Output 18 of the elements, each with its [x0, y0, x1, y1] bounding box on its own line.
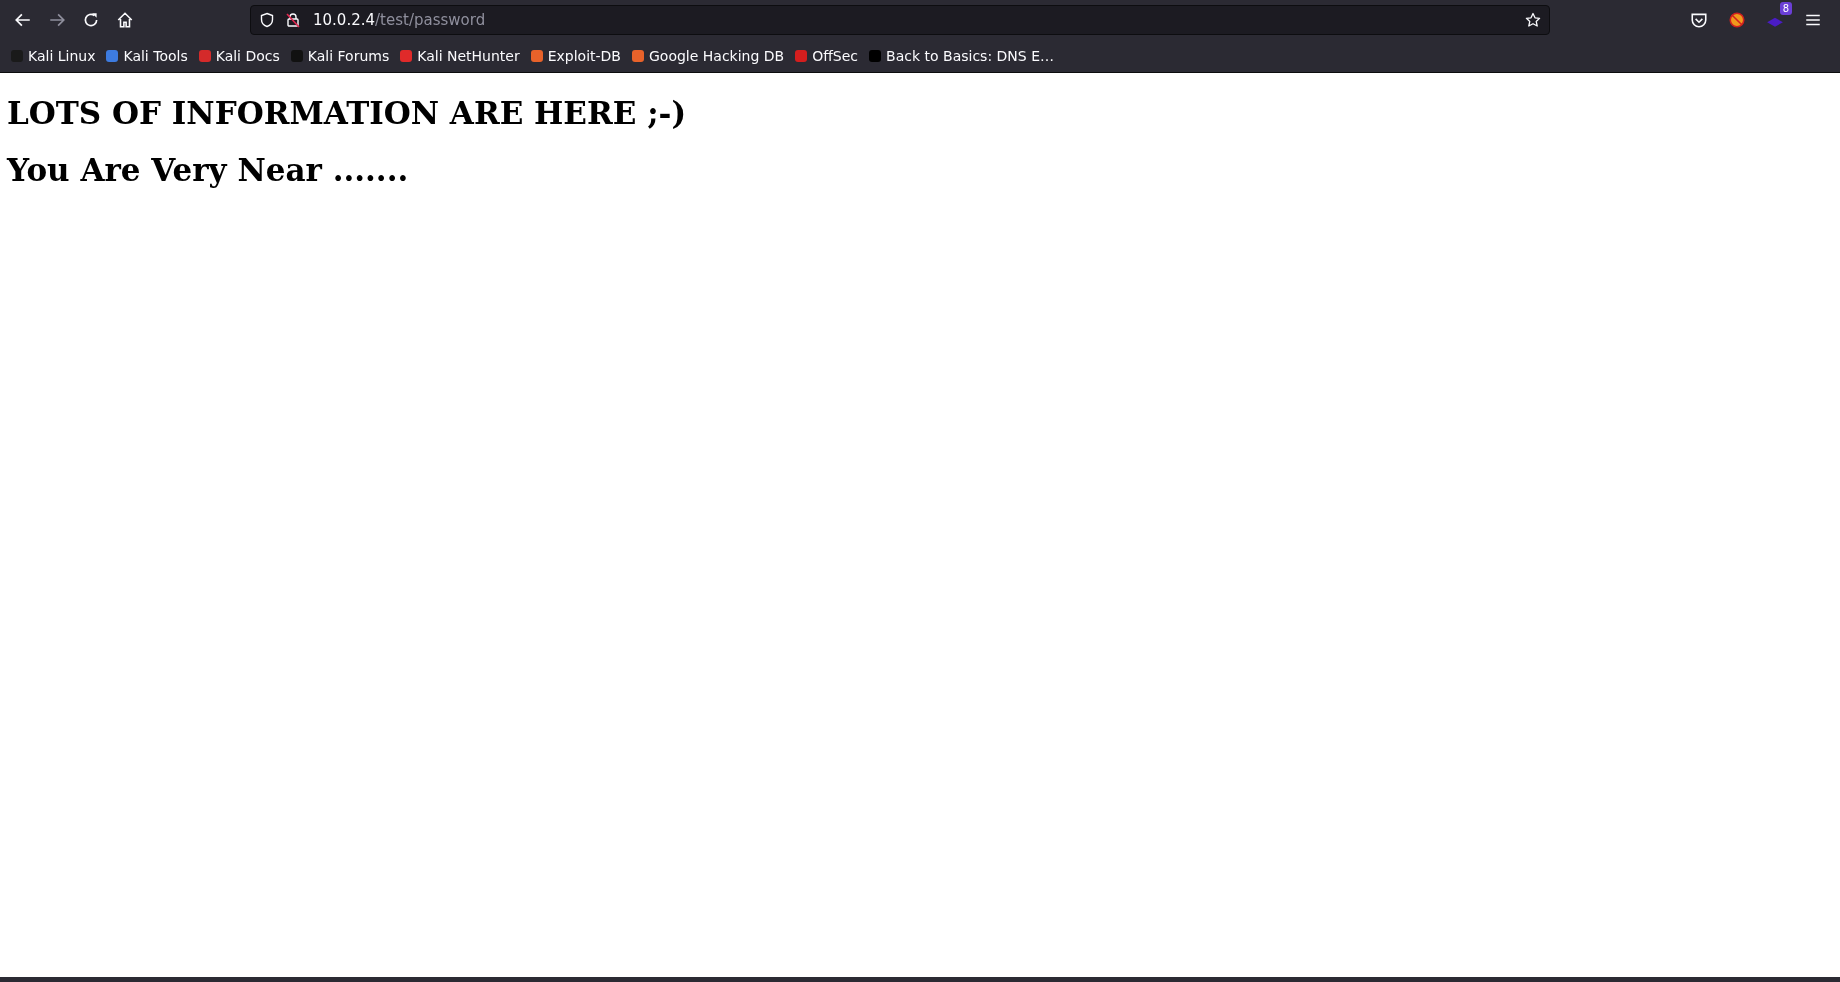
bookmark-link[interactable]: Kali Tools — [105, 48, 188, 64]
url-path: /test/password — [375, 11, 486, 29]
bookmark-link[interactable]: Kali Docs — [197, 48, 280, 64]
bookmark-link[interactable]: Kali NetHunter — [399, 48, 520, 64]
page-heading: You Are Very Near ....... — [7, 152, 409, 190]
bookmark-link[interactable]: Kali Forums — [289, 48, 390, 64]
notification-badge: 8 — [1779, 2, 1792, 15]
bookmark-link[interactable]: Exploit-DB — [529, 48, 621, 64]
shield-icon[interactable] — [259, 12, 275, 28]
star-icon[interactable] — [1525, 12, 1541, 28]
bookmark-link[interactable]: OffSec — [794, 48, 859, 64]
url-host: 10.0.2.4 — [313, 11, 376, 29]
insecure-lock-icon[interactable] — [285, 12, 301, 28]
page-heading: LOTS OF INFORMATION ARE HERE ;-) — [7, 95, 687, 133]
bookmark-link[interactable]: Google Hacking DB — [631, 48, 785, 64]
bookmark-link[interactable]: Kali Linux — [10, 48, 96, 64]
address-bar[interactable]: 10.0.2.4/test/password — [250, 5, 1550, 35]
bookmark-link[interactable]: Back to Basics: DNS E… — [868, 48, 1054, 64]
